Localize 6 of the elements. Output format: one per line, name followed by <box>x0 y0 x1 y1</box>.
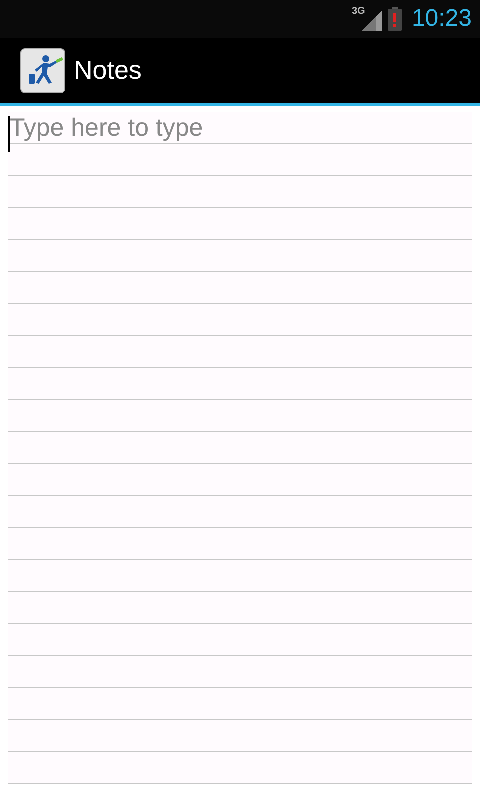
app-icon[interactable] <box>20 48 66 94</box>
battery-icon <box>388 7 402 31</box>
note-field[interactable]: Type here to type <box>8 112 472 784</box>
clock: 10:23 <box>412 4 472 34</box>
network-type: 3G <box>352 7 366 17</box>
app-title: Notes <box>74 54 142 87</box>
